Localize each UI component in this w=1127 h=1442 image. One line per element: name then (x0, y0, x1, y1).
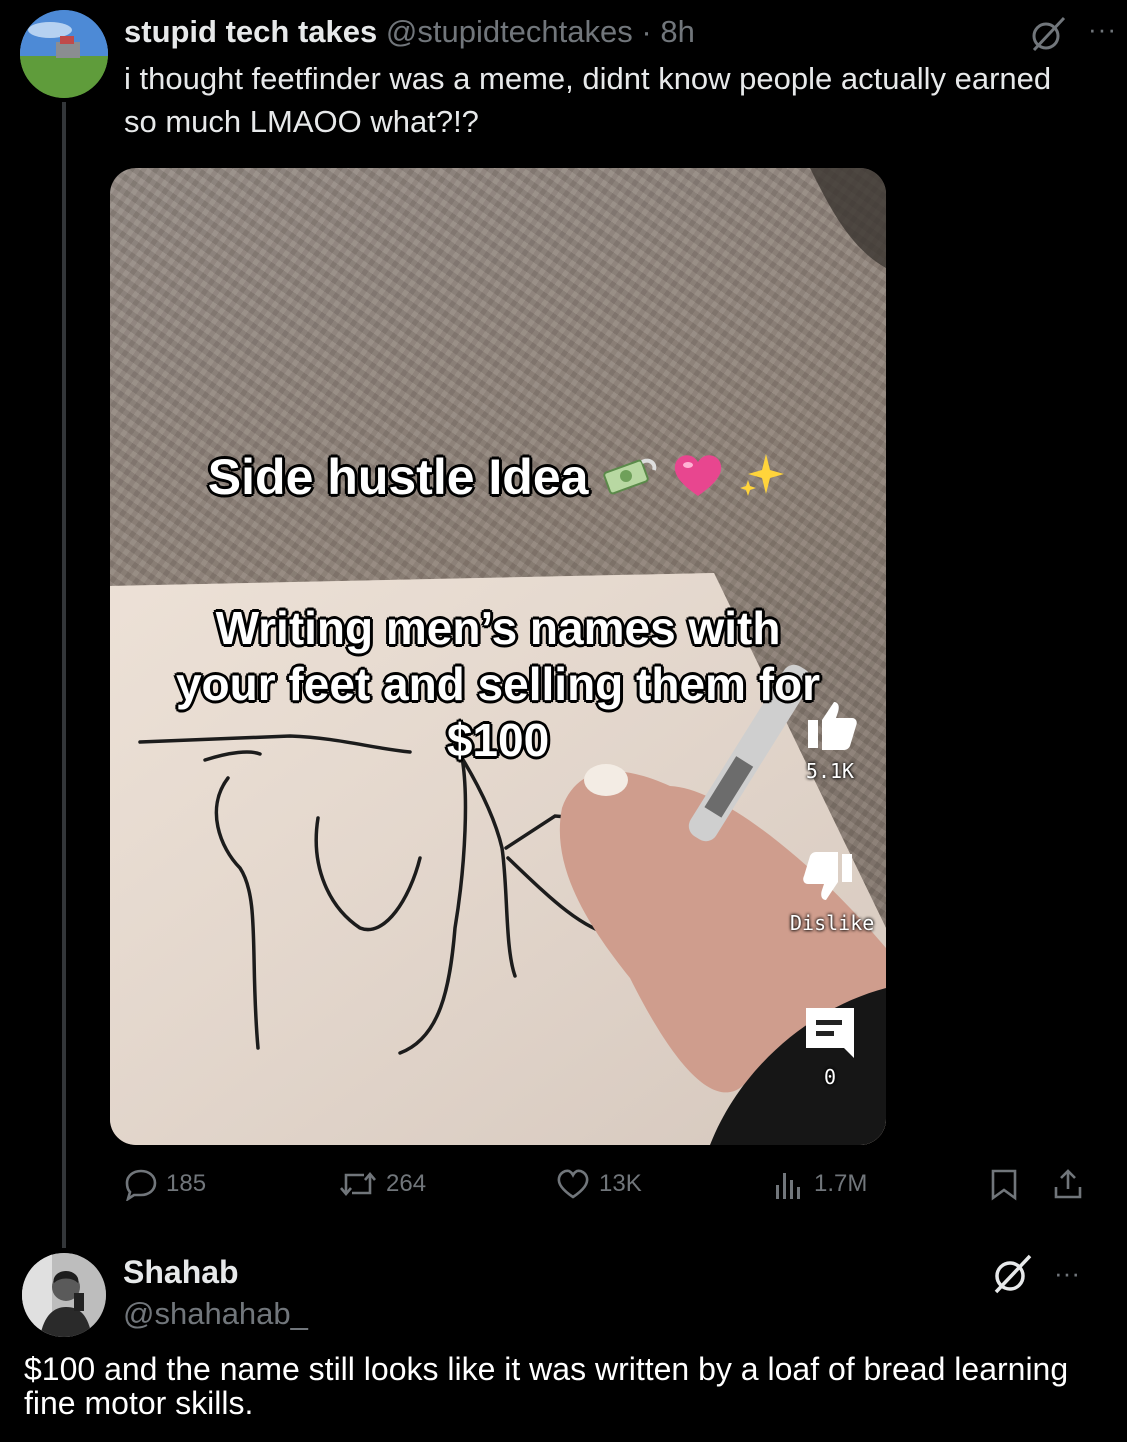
repost-count: 264 (386, 1170, 427, 1197)
post-time[interactable]: 8h (660, 14, 694, 49)
video-caption-body: Writing men’s names with your feet and s… (110, 600, 886, 768)
reply-bubble-icon (125, 1169, 157, 1201)
pink-heart-icon (672, 452, 724, 510)
caption-line: Writing men’s names with (215, 602, 781, 654)
grok-icon[interactable] (1028, 14, 1068, 54)
repost-icon (340, 1171, 376, 1197)
caption-title-text: Side hustle Idea (207, 449, 589, 505)
author-handle[interactable]: @stupidtechtakes (386, 14, 633, 49)
video-comment-count: 0 (823, 1065, 837, 1089)
share-button[interactable] (1051, 1167, 1085, 1201)
share-icon (1054, 1169, 1082, 1199)
video-dislike-label: Dislike (790, 911, 875, 935)
caption-line: $100 (446, 714, 550, 766)
views-chart-icon (776, 1173, 800, 1199)
avatar-photo-icon (22, 1253, 106, 1337)
reply-action[interactable]: 185 (124, 1167, 206, 1201)
reply-author-avatar[interactable] (22, 1253, 106, 1337)
video-like-button[interactable]: 5.1K (790, 698, 870, 783)
post-text: i thought feetfinder was a meme, didnt k… (124, 61, 1052, 139)
video-like-count: 5.1K (805, 759, 855, 783)
views-action[interactable]: 1.7M (772, 1167, 867, 1201)
thumbs-down-icon (803, 852, 852, 900)
thumbs-up-icon (808, 702, 857, 750)
thread-connector-line (62, 102, 66, 1248)
bookmark-icon (991, 1169, 1017, 1201)
video-dislike-button[interactable]: Dislike (790, 850, 875, 935)
post-more-options-button[interactable]: ··· (1088, 14, 1117, 45)
header-separator: · (641, 14, 652, 49)
like-action[interactable]: 13K (555, 1167, 642, 1201)
video-comment-button[interactable]: 0 (790, 1004, 870, 1089)
caption-line: your feet and selling them for (175, 658, 821, 710)
avatar-landscape-icon (20, 10, 108, 98)
reply-count: 185 (166, 1170, 207, 1197)
views-count: 1.7M (814, 1170, 868, 1197)
reply-text: $100 and the name still looks like it wa… (24, 1351, 1069, 1421)
reply-more-options-button[interactable]: ··· (1054, 1258, 1080, 1289)
money-with-wings-icon (602, 452, 658, 510)
author-avatar[interactable] (20, 10, 108, 98)
post-header: stupid tech takes @stupidtechtakes · 8h (124, 12, 695, 52)
reply-author-handle[interactable]: @shahahab_ (123, 1296, 308, 1332)
post-video-media[interactable]: Side hustle Idea Writing men’s names wit… (110, 168, 886, 1145)
grok-icon[interactable] (990, 1252, 1034, 1296)
author-name[interactable]: stupid tech takes (124, 14, 377, 49)
video-caption-title: Side hustle Idea (110, 448, 886, 512)
reply-author-name[interactable]: Shahab (123, 1254, 239, 1291)
toenail (584, 764, 628, 796)
repost-action[interactable]: 264 (338, 1167, 426, 1201)
sparkles-icon (738, 450, 788, 512)
bookmark-button[interactable] (987, 1167, 1021, 1201)
like-count: 13K (599, 1170, 642, 1197)
comment-icon (806, 1008, 854, 1058)
heart-icon (557, 1169, 589, 1199)
